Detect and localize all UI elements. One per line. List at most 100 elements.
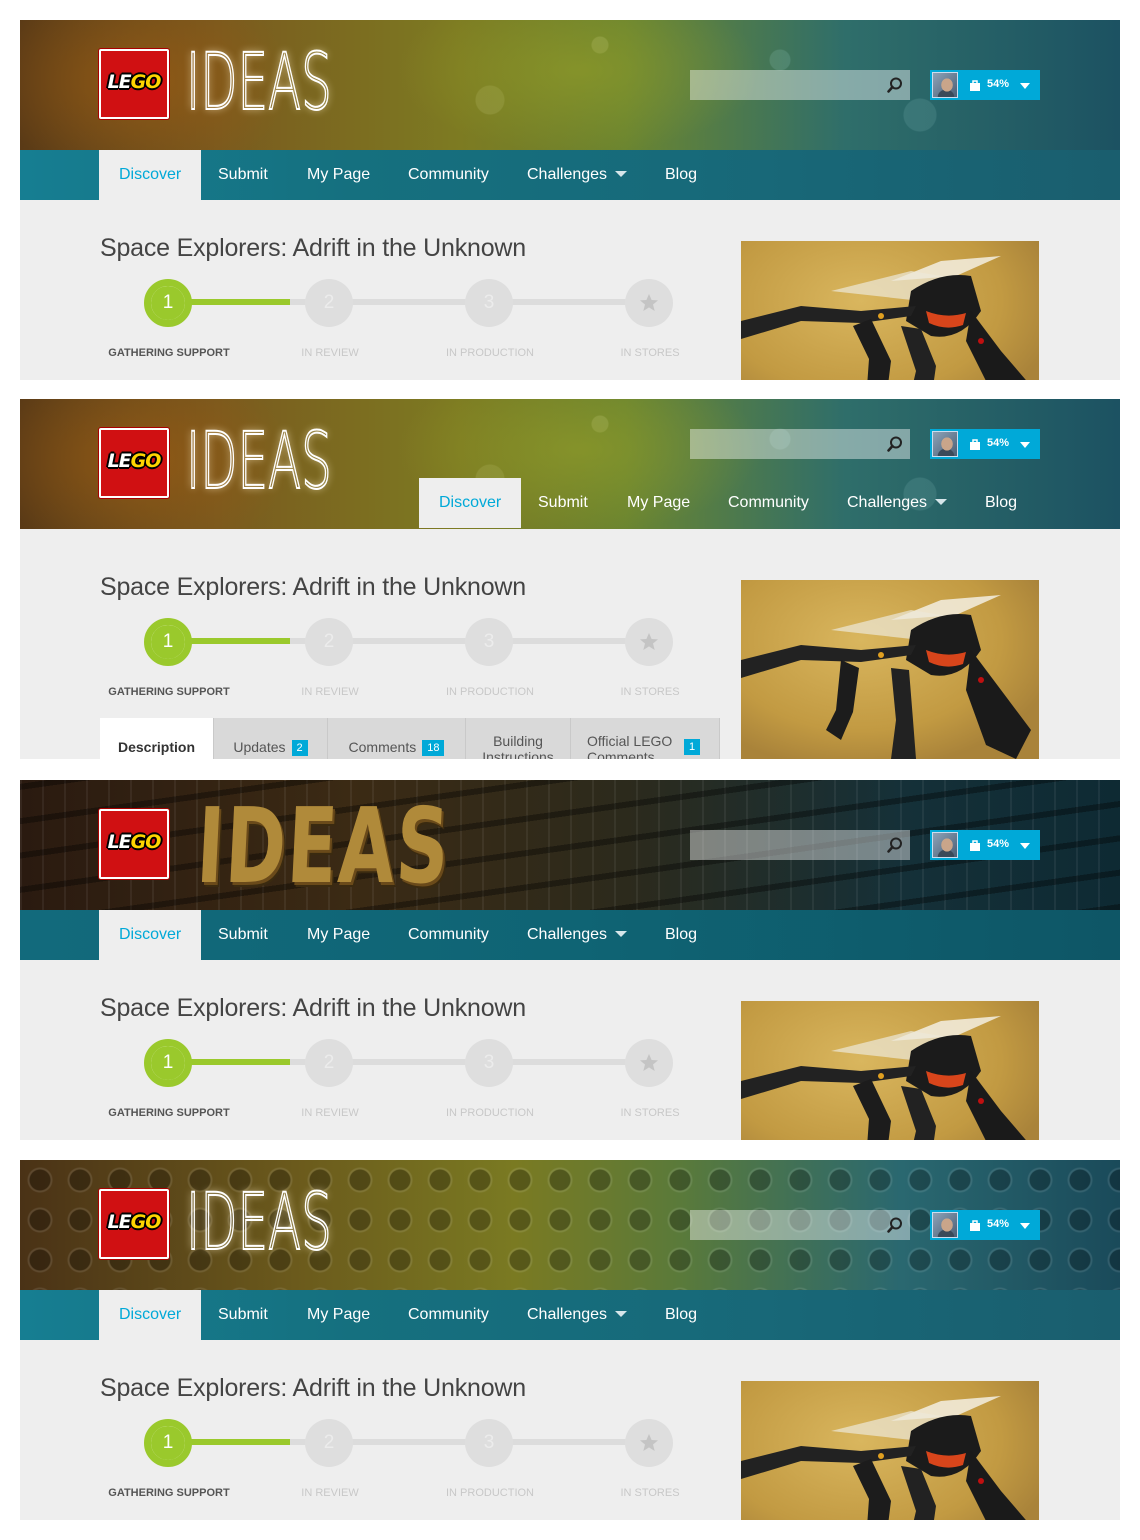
- ideas-wordmark[interactable]: IDEAS: [185, 1177, 332, 1269]
- shopping-bag-icon: [970, 439, 980, 450]
- shopping-bag-icon: [970, 840, 980, 851]
- step-4: [625, 279, 673, 327]
- step-1: 1: [144, 1419, 192, 1467]
- nav-challenges-label: Challenges: [527, 1306, 608, 1323]
- chevron-down-icon: [935, 499, 948, 505]
- nav-blog[interactable]: Blog: [665, 910, 697, 960]
- nav-challenges[interactable]: Challenges: [527, 1290, 628, 1340]
- tab-comments[interactable]: Comments 18: [328, 718, 466, 759]
- lego-logo[interactable]: LEGO: [99, 1189, 169, 1259]
- nav-community[interactable]: Community: [408, 910, 489, 960]
- ideas-wordmark[interactable]: IDEAS: [185, 416, 332, 508]
- nav-blog[interactable]: Blog: [985, 478, 1017, 528]
- lego-logo[interactable]: LEGO: [99, 49, 169, 119]
- nav-community[interactable]: Community: [408, 1290, 489, 1340]
- search-icon[interactable]: [887, 77, 903, 93]
- main-nav: Discover Submit My Page Community Challe…: [20, 910, 1120, 960]
- nav-submit[interactable]: Submit: [218, 910, 268, 960]
- project-tabs: Description Updates 2 Comments 18 Building…: [100, 718, 720, 759]
- avatar[interactable]: [932, 832, 958, 858]
- shopping-bag-icon: [970, 1220, 980, 1231]
- nav-submit[interactable]: Submit: [218, 150, 268, 200]
- search-icon[interactable]: [887, 837, 903, 853]
- tab-building-instructions[interactable]: Building Instructions: [466, 718, 571, 759]
- search-input[interactable]: [690, 429, 880, 459]
- step-3: 3: [465, 1419, 513, 1467]
- step-1-number: 1: [151, 286, 185, 320]
- ideas-wordmark[interactable]: IDEAS: [185, 37, 332, 129]
- step-label-2: IN REVIEW: [301, 1487, 359, 1499]
- search-icon[interactable]: [887, 1217, 903, 1233]
- nav-my-page[interactable]: My Page: [627, 478, 690, 528]
- chevron-down-icon[interactable]: [1020, 843, 1030, 849]
- tab-updates[interactable]: Updates 2: [214, 718, 328, 759]
- chevron-down-icon[interactable]: [1020, 442, 1030, 448]
- lego-logo-text: LEGO: [107, 71, 162, 93]
- nav-my-page[interactable]: My Page: [307, 910, 370, 960]
- search-box[interactable]: [690, 429, 910, 459]
- user-menu[interactable]: 54%: [930, 830, 1040, 860]
- star-icon: [640, 1434, 658, 1451]
- search-input[interactable]: [690, 1210, 880, 1240]
- main-nav: Discover Submit My Page Community Challe…: [20, 1290, 1120, 1340]
- nav-challenges[interactable]: Challenges: [527, 910, 628, 960]
- nav-submit[interactable]: Submit: [218, 1290, 268, 1340]
- lego-logo-text: LEGO: [107, 450, 162, 472]
- search-input[interactable]: [690, 830, 880, 860]
- project-image[interactable]: [741, 1001, 1039, 1140]
- step-1-number: 1: [151, 1046, 185, 1080]
- search-input[interactable]: [690, 70, 880, 100]
- nav-community[interactable]: Community: [728, 478, 809, 528]
- user-menu[interactable]: 54%: [930, 70, 1040, 100]
- nav-discover[interactable]: Discover: [99, 150, 202, 200]
- nav-blog[interactable]: Blog: [665, 150, 697, 200]
- user-menu[interactable]: 54%: [930, 1210, 1040, 1240]
- search-icon[interactable]: [887, 436, 903, 452]
- step-label-2: IN REVIEW: [301, 347, 359, 359]
- avatar[interactable]: [932, 72, 958, 98]
- nav-discover[interactable]: Discover: [419, 478, 522, 528]
- nav-discover[interactable]: Discover: [99, 1290, 202, 1340]
- nav-community[interactable]: Community: [408, 150, 489, 200]
- tab-official-comments[interactable]: Official LEGO Comments 1: [571, 718, 720, 759]
- site-header: IDEAS LEGO 54%: [20, 780, 1120, 910]
- comments-count-badge: 18: [422, 740, 445, 756]
- nav-my-page[interactable]: My Page: [307, 150, 370, 200]
- search-box[interactable]: [690, 70, 910, 100]
- avatar[interactable]: [932, 431, 958, 457]
- nav-blog[interactable]: Blog: [665, 1290, 697, 1340]
- robot-figure: [741, 1016, 1026, 1140]
- site-header: LEGO IDEAS 54%: [20, 20, 1120, 150]
- search-box[interactable]: [690, 1210, 910, 1240]
- tab-comments-label: Comments: [348, 739, 417, 755]
- project-image[interactable]: [741, 1381, 1039, 1520]
- chevron-down-icon: [615, 171, 628, 177]
- step-1: 1: [144, 279, 192, 327]
- nav-challenges-label: Challenges: [527, 926, 608, 943]
- nav-challenges[interactable]: Challenges: [527, 150, 628, 200]
- lego-logo[interactable]: LEGO: [99, 809, 169, 879]
- step-4: [625, 1419, 673, 1467]
- chevron-down-icon[interactable]: [1020, 1223, 1030, 1229]
- ideas-brick-wordmark[interactable]: IDEAS: [194, 785, 453, 907]
- step-3: 3: [465, 618, 513, 666]
- nav-challenges[interactable]: Challenges: [847, 478, 948, 528]
- support-percent: 54%: [987, 78, 1010, 90]
- step-label-4: IN STORES: [620, 1107, 680, 1119]
- step-3: 3: [465, 279, 513, 327]
- project-image[interactable]: [741, 580, 1039, 759]
- step-label-4: IN STORES: [620, 1487, 680, 1499]
- user-menu[interactable]: 54%: [930, 429, 1040, 459]
- support-percent: 54%: [987, 1218, 1010, 1230]
- chevron-down-icon[interactable]: [1020, 83, 1030, 89]
- nav-challenges-label: Challenges: [527, 166, 608, 183]
- avatar[interactable]: [932, 1212, 958, 1238]
- nav-submit[interactable]: Submit: [538, 478, 588, 528]
- search-box[interactable]: [690, 830, 910, 860]
- tab-description[interactable]: Description: [100, 718, 214, 759]
- nav-my-page[interactable]: My Page: [307, 1290, 370, 1340]
- lego-logo[interactable]: LEGO: [99, 428, 169, 498]
- project-image[interactable]: [741, 241, 1039, 380]
- nav-discover[interactable]: Discover: [99, 910, 202, 960]
- step-label-3: IN PRODUCTION: [446, 686, 534, 698]
